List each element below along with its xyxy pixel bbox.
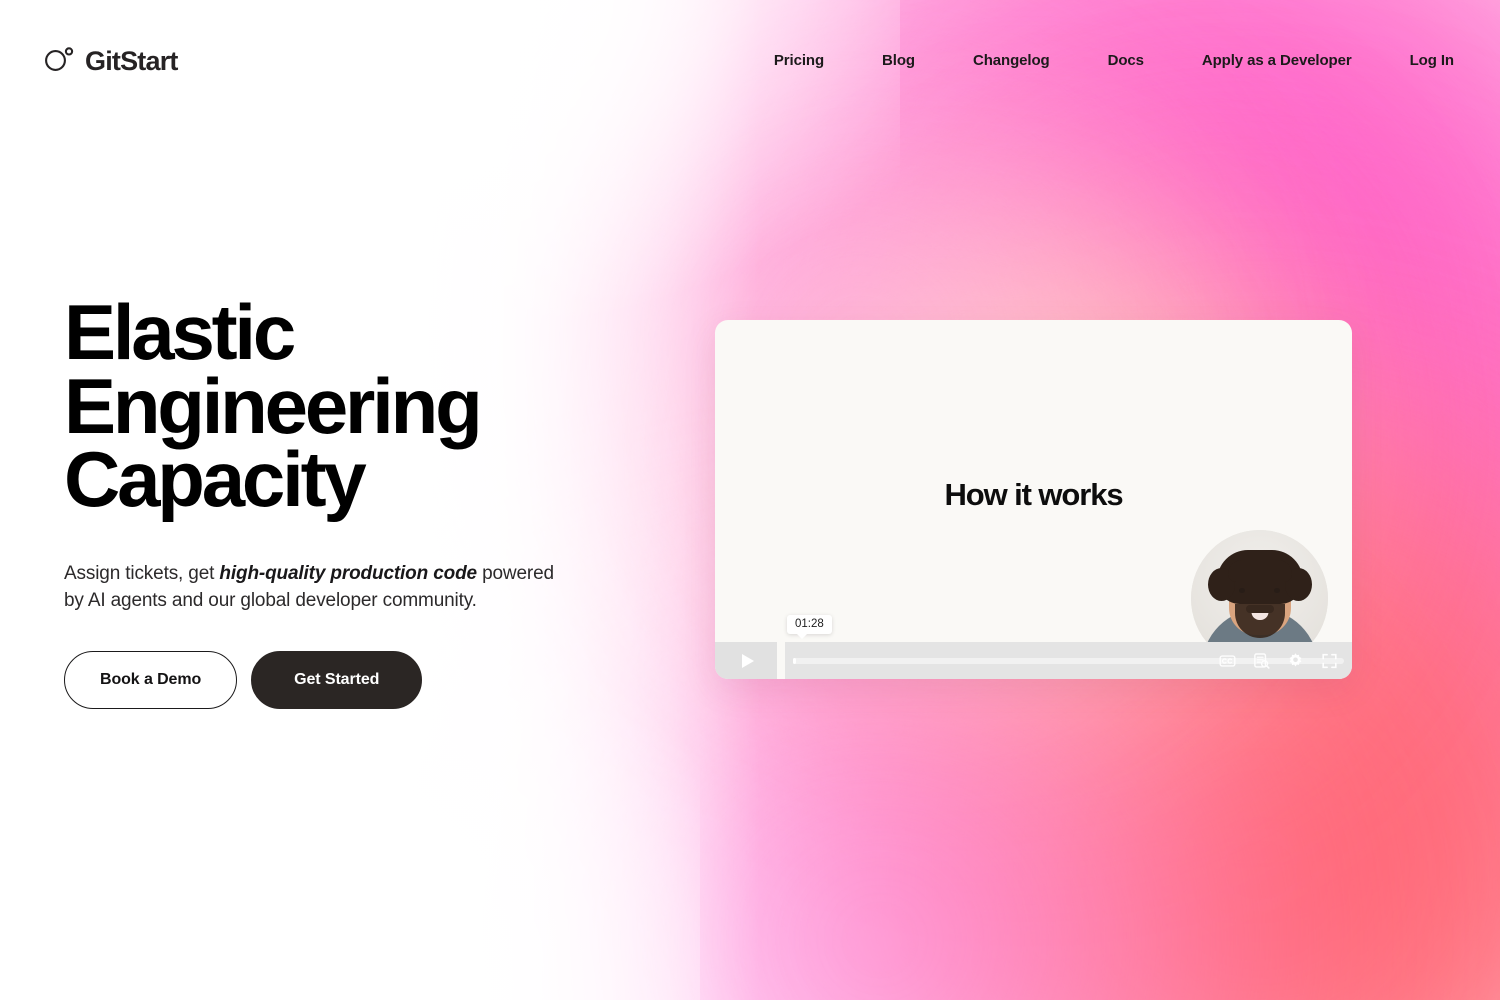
nav-link-changelog[interactable]: Changelog [973,44,1050,77]
video-controls-bar: 01:28 [715,615,1352,679]
book-a-demo-button[interactable]: Book a Demo [64,651,238,710]
settings-gear-icon[interactable] [1287,652,1304,669]
hero-title-line-1: Elastic [64,288,296,376]
hero-actions: Book a Demo Get Started [64,651,684,710]
video-slide-title: How it works [944,477,1124,512]
hero-subtitle-emphasis: high-quality production code [219,563,477,585]
nav-link-pricing[interactable]: Pricing [774,44,824,77]
page-title: Elastic Engineering Capacity [64,288,684,524]
hero-title-line-2: Engineering [64,361,483,450]
presenter-eye-right [1274,588,1280,593]
play-button[interactable] [715,642,777,679]
get-started-button[interactable]: Get Started [251,651,423,710]
control-icon-group [1219,652,1338,669]
ring-degree-icon [44,46,76,77]
nav-link-apply-as-a-developer[interactable]: Apply as a Developer [1202,44,1352,77]
site-header: GitStart Pricing Blog Changelog Docs App… [0,0,1500,120]
hero-section: Elastic Engineering Capacity Assign tick… [64,288,684,710]
presenter-moustache [1245,605,1274,613]
nav-link-log-in[interactable]: Log In [1410,44,1454,77]
main-navigation: Pricing Blog Changelog Docs Apply as a D… [774,44,1454,77]
progress-fill [793,657,797,664]
nav-link-docs[interactable]: Docs [1108,44,1144,77]
hero-subtitle-before: Assign tickets, get [64,563,220,585]
nav-link-blog[interactable]: Blog [882,44,915,77]
transcript-search-icon[interactable] [1253,652,1270,669]
page-root: GitStart Pricing Blog Changelog Docs App… [0,0,1500,1000]
closed-captions-icon[interactable] [1219,652,1236,669]
brand-name: GitStart [85,45,178,76]
presenter-fringe [1227,560,1292,582]
current-time-tooltip: 01:28 [787,615,832,639]
progress-area[interactable]: 01:28 [785,615,1352,679]
fullscreen-icon[interactable] [1321,652,1338,669]
hero-subtitle: Assign tickets, get high-quality product… [64,561,564,615]
play-icon [741,653,754,668]
hero-title-line-3: Capacity [64,435,367,524]
brand-logo[interactable]: GitStart [44,46,178,77]
presenter-eye-left [1239,588,1245,593]
video-player-card[interactable]: How it works 01:28 [715,320,1352,679]
